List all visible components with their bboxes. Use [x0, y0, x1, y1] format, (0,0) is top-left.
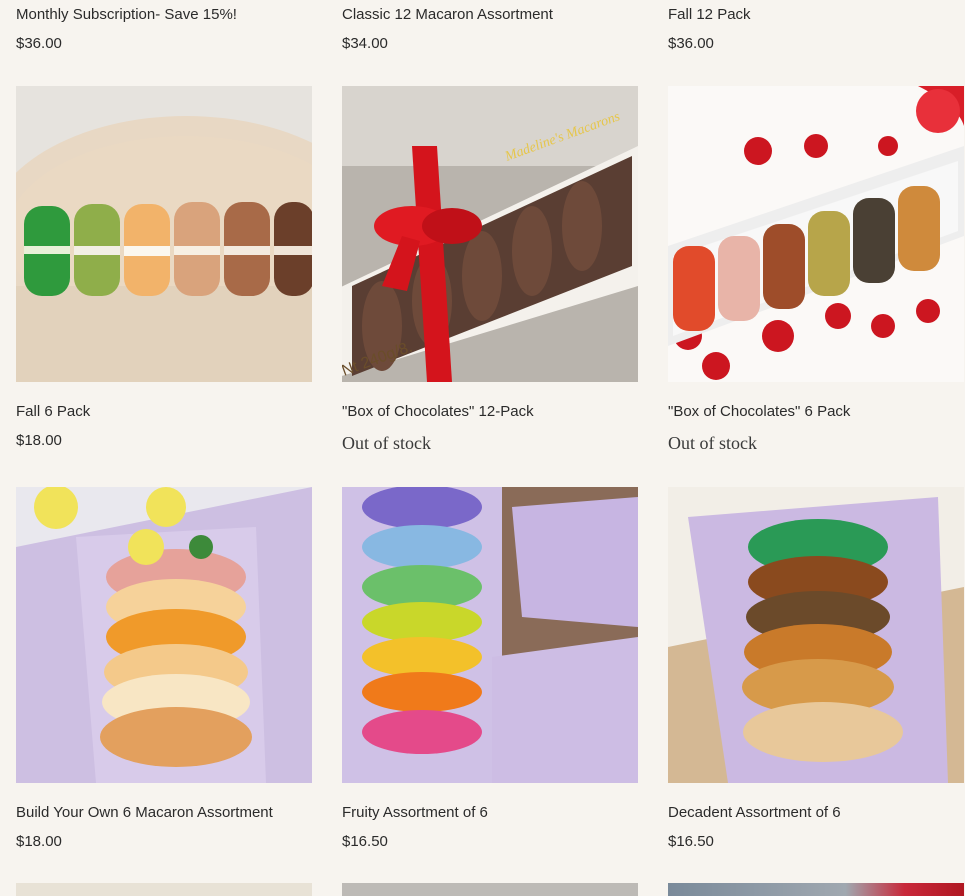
fall-macarons-photo[interactable] [16, 86, 312, 382]
product-price: $18.00 [16, 432, 62, 449]
build-your-own-photo[interactable] [16, 487, 312, 783]
product-price: $16.50 [342, 833, 388, 850]
product-name[interactable]: Fall 12 Pack [668, 6, 751, 24]
product-name[interactable]: Fall 6 Pack [16, 403, 90, 421]
product-name[interactable]: Classic 12 Macaron Assortment [342, 6, 553, 24]
out-of-stock-label: Out of stock [668, 433, 757, 453]
product-name[interactable]: Monthly Subscription- Save 15%! [16, 6, 237, 24]
out-of-stock-label: Out of stock [342, 433, 431, 453]
chocolate-box-6-photo[interactable] [668, 86, 964, 382]
product-price: $36.00 [16, 35, 62, 52]
product-grid: Monthly Subscription- Save 15%! $36.00 C… [0, 0, 965, 896]
product-price: $18.00 [16, 833, 62, 850]
product-name[interactable]: Build Your Own 6 Macaron Assortment [16, 804, 273, 822]
product-name[interactable]: "Box of Chocolates" 6 Pack [668, 403, 850, 421]
product-name[interactable]: Decadent Assortment of 6 [668, 804, 841, 822]
product-price: $34.00 [342, 35, 388, 52]
fruity-assortment-photo[interactable] [342, 487, 638, 783]
product-photo[interactable] [16, 883, 312, 896]
product-price: $36.00 [668, 35, 714, 52]
decadent-assortment-photo[interactable] [668, 487, 964, 783]
product-photo[interactable] [342, 883, 638, 896]
product-photo[interactable] [668, 883, 964, 896]
product-name[interactable]: "Box of Chocolates" 12-Pack [342, 403, 534, 421]
product-name[interactable]: Fruity Assortment of 6 [342, 804, 488, 822]
chocolate-box-12-photo[interactable]: Madeline's Macarons Nt 240g/8. [342, 86, 638, 382]
product-price: $16.50 [668, 833, 714, 850]
